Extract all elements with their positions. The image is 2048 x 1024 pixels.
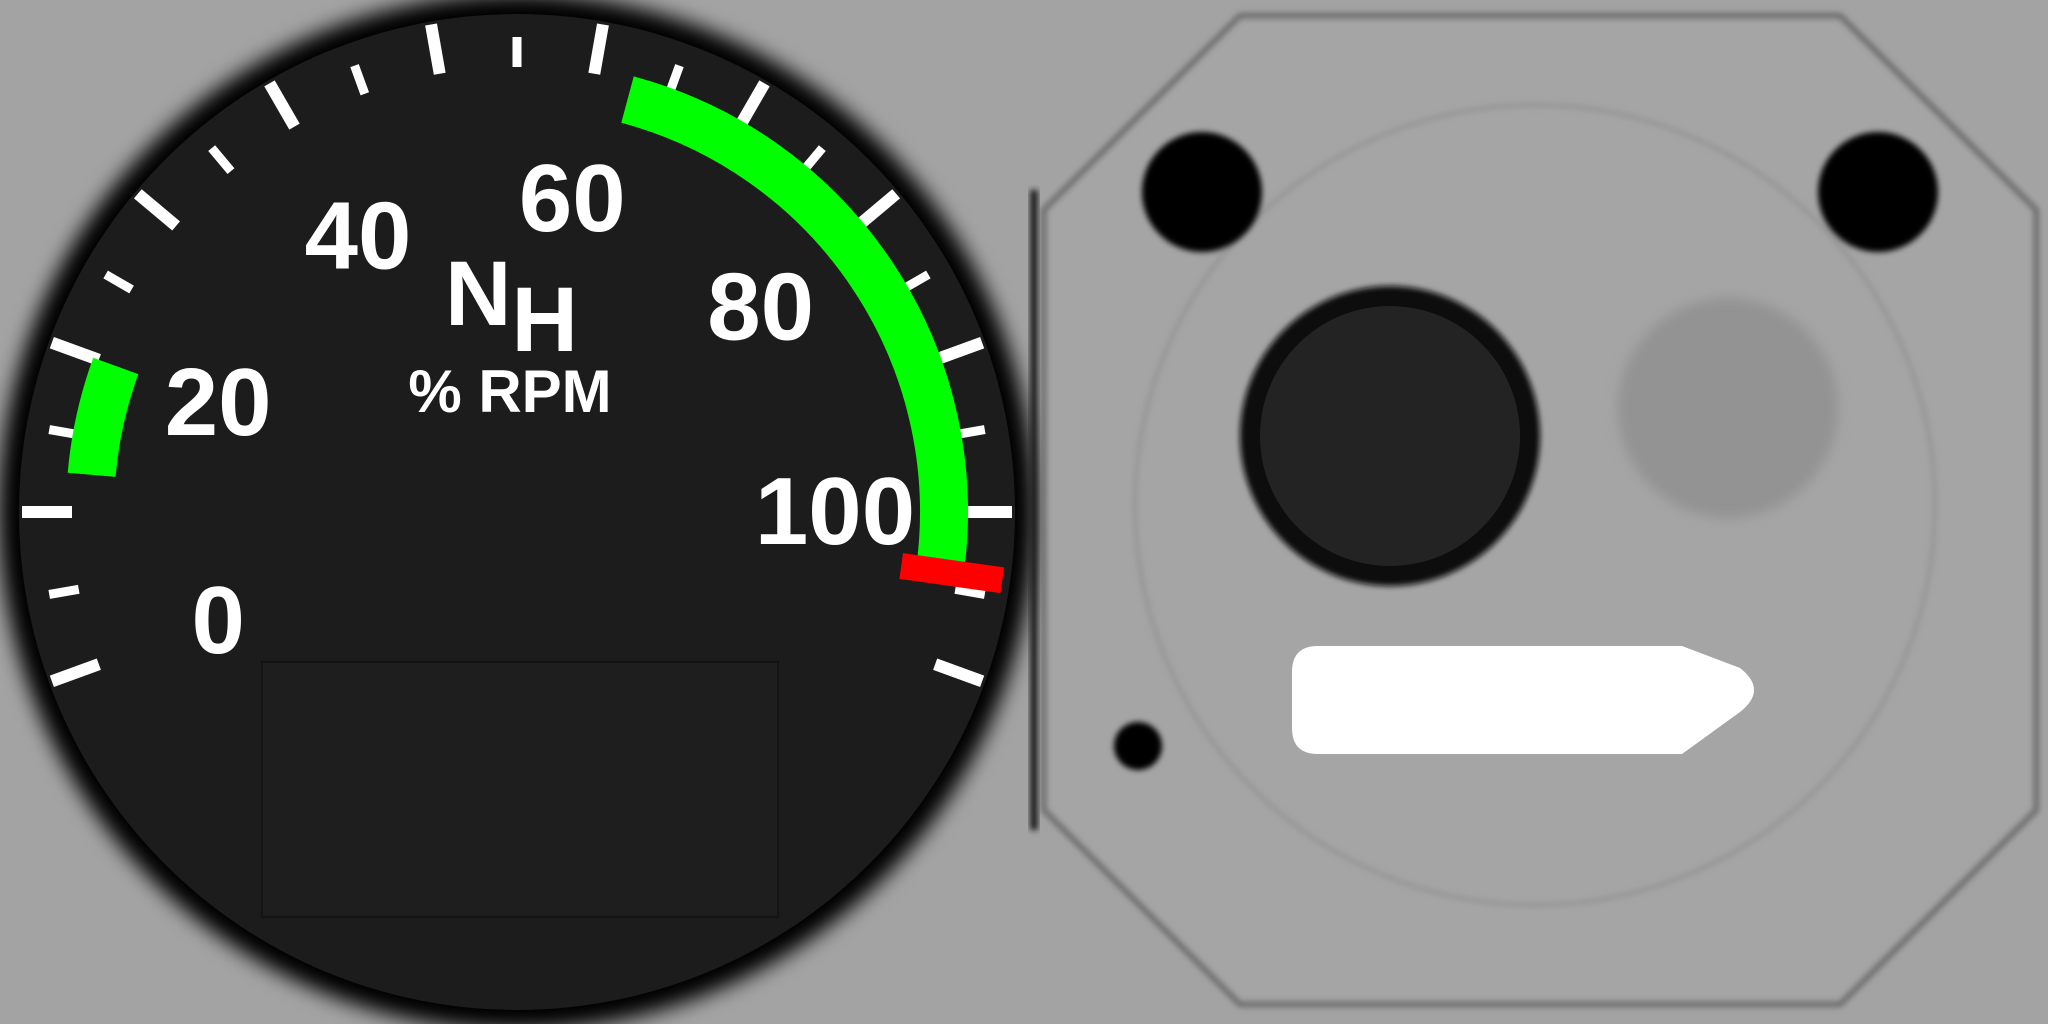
- nh-gauge: 0 20 40 60 80 100 NH % RPM: [0, 0, 1035, 1024]
- knob-socket-faint: [1618, 298, 1838, 518]
- gauge-title-main: N: [445, 243, 511, 345]
- major-tick: [588, 23, 609, 75]
- label-plate-white: [1292, 646, 1754, 754]
- numeral-80: 80: [707, 254, 814, 361]
- numeral-100: 100: [755, 458, 915, 565]
- range-arc-green-low: [67, 357, 139, 478]
- plate-edge-shadow: [1030, 190, 1038, 830]
- numeral-60: 60: [519, 145, 626, 252]
- texture-atlas: 0 20 40 60 80 100 NH % RPM: [0, 0, 2039, 1024]
- redline-mark: [899, 553, 1005, 594]
- mounting-hole-small: [1114, 722, 1162, 770]
- minor-tick: [48, 584, 80, 599]
- numeral-0: 0: [191, 567, 244, 674]
- numeral-20: 20: [165, 349, 272, 456]
- knob-socket-face: [1260, 306, 1520, 566]
- numeral-40: 40: [305, 183, 412, 290]
- gauge-units-label: % RPM: [408, 358, 611, 425]
- mounting-plate: [1030, 13, 2039, 1007]
- major-tick: [425, 23, 446, 75]
- gauge-redline: [899, 553, 1005, 594]
- digital-display-window: [261, 661, 779, 918]
- mounting-hole-top-right: [1818, 132, 1938, 252]
- mounting-hole-top-left: [1142, 132, 1262, 252]
- gauge-title-subscript: H: [511, 269, 577, 371]
